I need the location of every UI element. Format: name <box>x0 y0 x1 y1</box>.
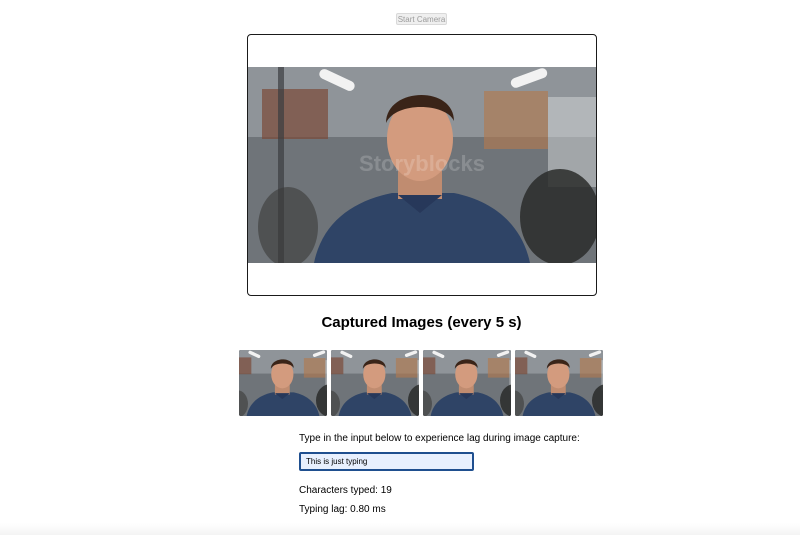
camera-video-feed: Storyblocks <box>248 67 596 263</box>
characters-typed-value: 19 <box>380 485 392 496</box>
typing-lag-value: 0.80 ms <box>350 504 386 515</box>
captured-image <box>423 350 511 416</box>
typing-lag-stat: Typing lag: 0.80 ms <box>299 503 386 516</box>
captured-image <box>331 350 419 416</box>
captured-image <box>515 350 603 416</box>
typing-instructions: Type in the input below to experience la… <box>299 433 580 444</box>
typing-lag-label: Typing lag: <box>299 504 351 515</box>
captured-image <box>239 350 327 416</box>
captured-images-title: Captured Images (every 5 s) <box>321 314 522 331</box>
watermark-text: Storyblocks <box>359 151 485 176</box>
typing-input[interactable] <box>299 452 474 471</box>
characters-typed-stat: Characters typed: 19 <box>299 484 392 497</box>
characters-typed-label: Characters typed: <box>299 485 381 496</box>
page-footer-fade <box>0 523 800 535</box>
start-camera-button[interactable]: Start Camera <box>396 13 447 25</box>
camera-preview: Storyblocks <box>247 34 597 296</box>
